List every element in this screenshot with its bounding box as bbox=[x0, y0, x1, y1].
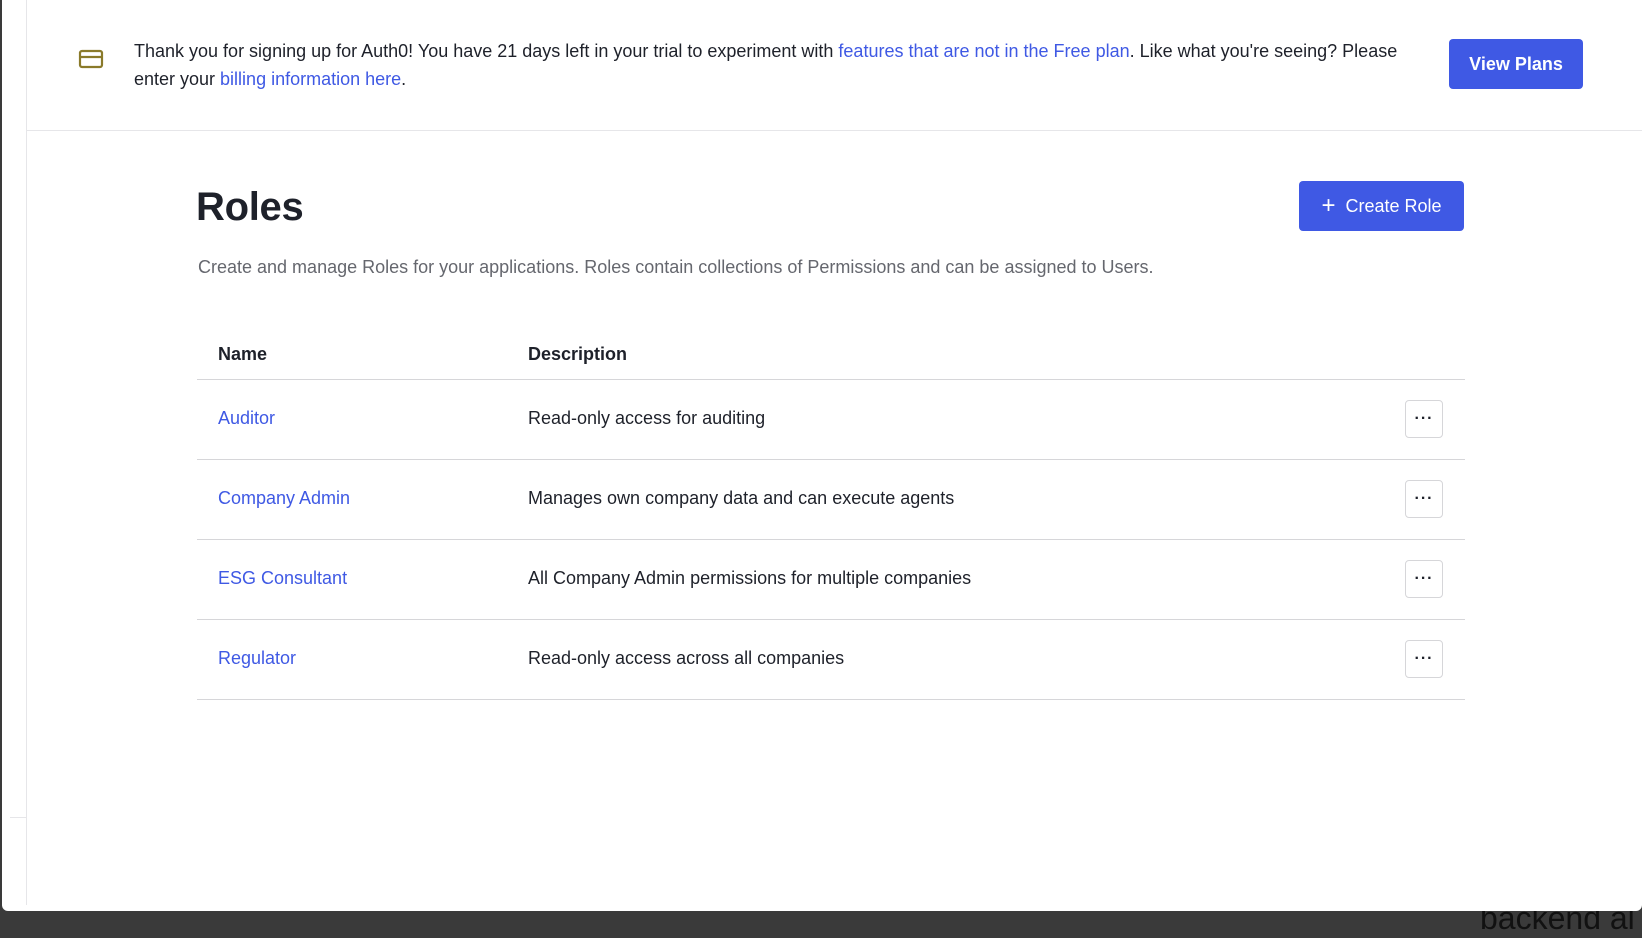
view-plans-button[interactable]: View Plans bbox=[1449, 39, 1583, 89]
table-header: Name Description bbox=[197, 330, 1465, 380]
table-row: Auditor Read-only access for auditing ··… bbox=[197, 380, 1465, 460]
role-description: Read-only access for auditing bbox=[528, 408, 766, 428]
page-title: Roles bbox=[196, 185, 304, 229]
billing-info-link[interactable]: billing information here bbox=[220, 69, 401, 89]
column-header-description: Description bbox=[528, 344, 628, 364]
banner-text-part: . bbox=[401, 69, 407, 89]
more-actions-button[interactable]: ··· bbox=[1405, 640, 1443, 678]
banner-text-part: Thank you for signing up for Auth0! You … bbox=[134, 41, 839, 61]
create-role-label: Create Role bbox=[1345, 195, 1442, 216]
plus-icon: + bbox=[1321, 192, 1336, 219]
more-actions-button[interactable]: ··· bbox=[1405, 560, 1443, 598]
role-description: Read-only access across all companies bbox=[528, 648, 845, 668]
page-description: Create and manage Roles for your applica… bbox=[198, 257, 1154, 277]
table-row: Company Admin Manages own company data a… bbox=[197, 460, 1465, 540]
roles-table: Name Description Auditor Read-only acces… bbox=[197, 330, 1465, 700]
features-link[interactable]: features that are not in the Free plan bbox=[838, 41, 1129, 61]
role-name-link[interactable]: Company Admin bbox=[218, 488, 350, 509]
more-icon: ··· bbox=[1414, 650, 1434, 667]
column-header-name: Name bbox=[218, 344, 268, 364]
trial-banner: Thank you for signing up for Auth0! You … bbox=[27, 0, 1642, 131]
more-icon: ··· bbox=[1414, 410, 1434, 427]
sidebar-divider bbox=[26, 0, 27, 905]
sidebar-tick bbox=[10, 817, 26, 818]
more-actions-button[interactable]: ··· bbox=[1405, 400, 1443, 438]
role-name-link[interactable]: Auditor bbox=[218, 408, 275, 429]
more-icon: ··· bbox=[1414, 570, 1434, 587]
table-row: Regulator Read-only access across all co… bbox=[197, 620, 1465, 700]
credit-card-icon bbox=[78, 48, 104, 70]
table-row: ESG Consultant All Company Admin permiss… bbox=[197, 540, 1465, 620]
role-name-link[interactable]: Regulator bbox=[218, 648, 296, 669]
role-description: Manages own company data and can execute… bbox=[528, 488, 955, 508]
role-name-link[interactable]: ESG Consultant bbox=[218, 568, 347, 589]
more-icon: ··· bbox=[1414, 490, 1434, 507]
role-description: All Company Admin permissions for multip… bbox=[528, 568, 972, 588]
app-window: Thank you for signing up for Auth0! You … bbox=[2, 0, 1642, 911]
trial-banner-message: Thank you for signing up for Auth0! You … bbox=[134, 37, 1434, 93]
more-actions-button[interactable]: ··· bbox=[1405, 480, 1443, 518]
create-role-button[interactable]: + Create Role bbox=[1299, 181, 1464, 231]
